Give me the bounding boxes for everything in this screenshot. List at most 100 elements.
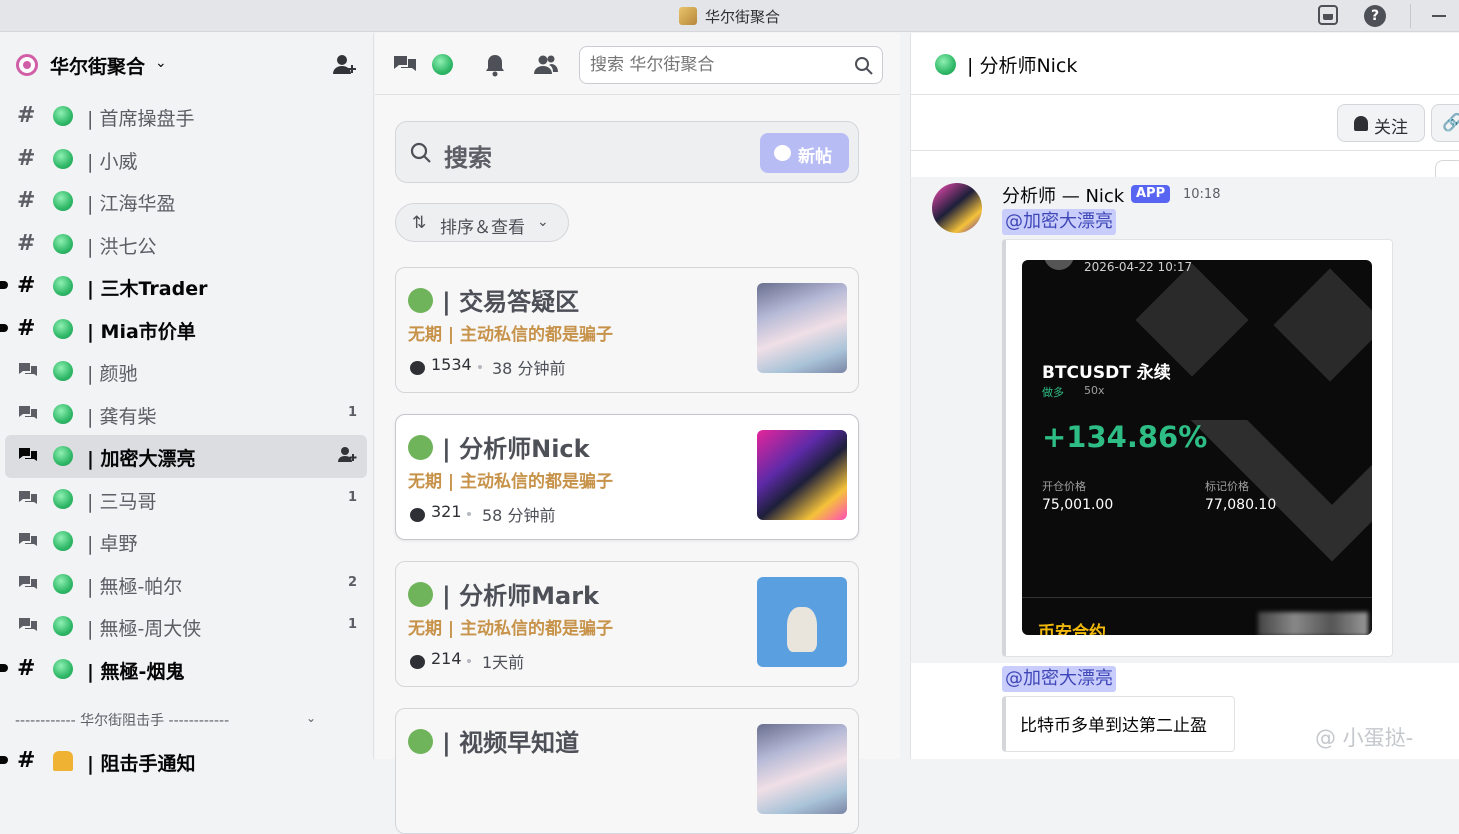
- thread-header: | 分析师Nick: [911, 33, 1459, 95]
- user-mention[interactable]: @加密大漂亮: [1002, 209, 1116, 235]
- channel-list: # | 首席操盘手 # | 小威 # | 江海华盈 # | 洪七公 # | 三木…: [0, 95, 374, 783]
- guild-header[interactable]: 华尔街聚合 ⌄: [0, 33, 374, 95]
- search-bar[interactable]: [579, 46, 883, 84]
- channel-item[interactable]: | 卓野: [5, 520, 367, 563]
- mention-count: 1: [347, 489, 357, 505]
- green-circle-icon: [53, 191, 73, 211]
- channel-item[interactable]: # | 首席操盘手: [5, 95, 367, 138]
- channel-item[interactable]: | 三马哥 1: [5, 478, 367, 521]
- app-logo-icon: [678, 7, 697, 25]
- guild-name: 华尔街聚合: [50, 56, 146, 78]
- forum-post[interactable]: | 交易答疑区 无期 | 主动私信的都是骗子 1534 38 分钟前: [395, 267, 859, 393]
- new-post-button[interactable]: 新帖: [760, 133, 849, 173]
- channel-name: | 卓野: [87, 533, 138, 555]
- post-time: 58 分钟前: [482, 506, 556, 525]
- text-channel-icon: #: [17, 273, 36, 298]
- forum-channel-icon: [19, 363, 37, 376]
- channel-name: | 江海华盈: [87, 193, 176, 215]
- green-circle-icon: [53, 488, 73, 509]
- pnl-share-card[interactable]: 2026-04-22 10:17 BTCUSDT 永续 做多 50x +134.…: [1022, 260, 1372, 635]
- mark-price-value: 77,080.10: [1205, 497, 1277, 513]
- text-channel-icon: #: [17, 748, 36, 773]
- user-mention[interactable]: @加密大漂亮: [1002, 666, 1116, 692]
- bell-icon: [53, 751, 73, 771]
- chevron-down-icon: ⌄: [155, 55, 167, 71]
- forum-post[interactable]: | 视频早知道: [395, 708, 859, 834]
- channel-name: | 無極-周大侠: [87, 618, 202, 640]
- message-count-icon: [410, 655, 425, 669]
- thread-title: | 分析师Nick: [967, 55, 1078, 77]
- channel-item[interactable]: # | Mia市价单: [0, 308, 367, 351]
- thread-panel: | 分析师Nick 关注 🔗 分析师 — Nick APP 10:18 @加密大…: [910, 33, 1459, 759]
- minimize-icon[interactable]: [1432, 15, 1446, 17]
- title-bar: 华尔街聚合 ?: [0, 0, 1459, 32]
- sort-label: 排序＆查看: [440, 218, 525, 238]
- channel-item[interactable]: # | 洪七公: [5, 223, 367, 266]
- channel-item[interactable]: | 無極-周大侠 1: [5, 605, 367, 648]
- watermark: @ 小蛋挞-: [1315, 726, 1414, 750]
- link-icon: 🔗: [1442, 113, 1459, 133]
- message-count: 214: [431, 649, 462, 668]
- mention-count: 1: [347, 404, 357, 420]
- guild-icon: [16, 54, 38, 76]
- entry-price-value: 75,001.00: [1042, 497, 1114, 513]
- message-count-icon: [410, 508, 425, 522]
- green-circle-icon: [53, 318, 73, 339]
- channel-item[interactable]: | 颜驰: [5, 350, 367, 393]
- post-search-bar[interactable]: 搜索 新帖: [395, 121, 859, 183]
- channel-item-selected[interactable]: | 加密大漂亮: [5, 435, 367, 478]
- chevron-down-icon: ⌄: [306, 711, 317, 725]
- forum-panel: 搜索 新帖 ⇅ 排序＆查看 ⌄ | 交易答疑区 无期 | 主动私信的都是骗子 1…: [375, 33, 900, 834]
- channel-item[interactable]: # | 小威: [5, 138, 367, 181]
- message-count: 1534: [431, 355, 472, 374]
- add-member-icon[interactable]: [332, 53, 358, 77]
- bell-icon[interactable]: [482, 53, 508, 77]
- green-circle-icon: [53, 148, 73, 169]
- pnl-pair: BTCUSDT 永续: [1042, 363, 1171, 383]
- search-input[interactable]: [590, 55, 850, 75]
- green-circle-icon: [53, 403, 73, 424]
- green-circle-icon: [432, 54, 453, 75]
- green-circle-icon: [53, 573, 73, 594]
- pnl-leverage: 50x: [1084, 384, 1105, 397]
- copy-link-button[interactable]: 🔗: [1431, 104, 1459, 142]
- post-time: 1天前: [482, 653, 525, 672]
- post-time: 38 分钟前: [492, 359, 566, 378]
- green-circle-icon: [408, 582, 433, 607]
- channel-item[interactable]: | 無極-帕尔 2: [5, 563, 367, 606]
- channel-item[interactable]: # | 三木Trader: [0, 265, 367, 308]
- channel-item[interactable]: | 龚有柴 1: [5, 393, 367, 436]
- titlebar-divider: [1410, 4, 1411, 28]
- avatar[interactable]: [932, 183, 982, 233]
- channel-item[interactable]: # | 無極-烟鬼: [0, 648, 367, 691]
- post-search-label: 搜索: [444, 144, 492, 172]
- mention-count: 2: [347, 574, 357, 590]
- post-thumbnail: [757, 577, 847, 667]
- post-thumbnail: [757, 724, 847, 814]
- channel-name: | 無極-帕尔: [87, 575, 183, 598]
- help-icon[interactable]: ?: [1364, 5, 1386, 27]
- threads-icon[interactable]: [392, 53, 418, 77]
- window-title: 华尔街聚合: [704, 8, 780, 26]
- inbox-icon[interactable]: [1318, 5, 1338, 25]
- category-header[interactable]: ------------ 华尔街阻击手 ------------ ⌄: [0, 700, 374, 740]
- members-icon[interactable]: [533, 53, 559, 77]
- post-title: | 分析师Nick: [442, 435, 590, 463]
- pnl-percent: +134.86%: [1042, 420, 1208, 454]
- divider: [911, 150, 1459, 151]
- message-timestamp: 10:18: [1183, 187, 1221, 202]
- channel-name: | 小威: [87, 150, 138, 173]
- search-icon: [855, 57, 873, 75]
- forum-post[interactable]: | 分析师Mark 无期 | 主动私信的都是骗子 214 1天前: [395, 561, 859, 687]
- blurred-qr: [1258, 612, 1368, 635]
- green-circle-icon: [53, 616, 73, 636]
- channel-item[interactable]: # | 江海华盈: [5, 180, 367, 223]
- brand-label: 币安合约: [1038, 623, 1106, 635]
- invite-icon[interactable]: [337, 445, 357, 465]
- channel-item[interactable]: # | 阻击手通知: [0, 740, 367, 783]
- app-badge: APP: [1131, 185, 1171, 203]
- message-author[interactable]: 分析师 — Nick: [1002, 182, 1124, 208]
- sort-view-button[interactable]: ⇅ 排序＆查看 ⌄: [395, 203, 569, 242]
- follow-button[interactable]: 关注: [1337, 104, 1425, 142]
- forum-post-active[interactable]: | 分析师Nick 无期 | 主动私信的都是骗子 321 58 分钟前: [395, 414, 859, 540]
